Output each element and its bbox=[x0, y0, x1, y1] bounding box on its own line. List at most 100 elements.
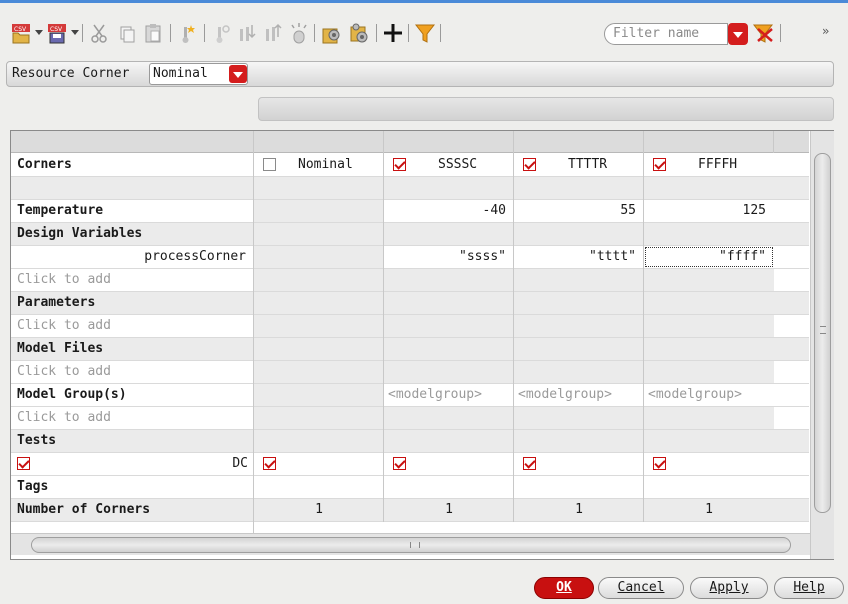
filter-icon[interactable] bbox=[414, 21, 436, 45]
help-button[interactable]: Help bbox=[774, 577, 844, 599]
table-cell bbox=[644, 269, 774, 291]
table-cell bbox=[254, 384, 384, 406]
table-row-add-model-group: Click to add bbox=[11, 407, 809, 430]
click-to-add[interactable]: Click to add bbox=[11, 361, 254, 383]
row-label: processCorner bbox=[144, 249, 246, 264]
toolbar-separator bbox=[440, 24, 441, 42]
table-row-parameters: Parameters bbox=[11, 292, 809, 315]
settings-icon[interactable] bbox=[320, 21, 342, 45]
svg-text:CSV: CSV bbox=[14, 26, 27, 33]
table-row-add-model-file: Click to add bbox=[11, 361, 809, 384]
cut-icon[interactable] bbox=[88, 21, 110, 45]
table-header bbox=[11, 131, 809, 153]
cancel-button[interactable]: Cancel bbox=[598, 577, 684, 599]
model-group-cell[interactable]: <modelgroup> bbox=[384, 384, 514, 406]
load-csv-icon[interactable]: CSV bbox=[10, 21, 32, 45]
corner-column-nominal[interactable]: Nominal bbox=[254, 153, 384, 177]
table-row-model-groups: Model Group(s) <modelgroup> <modelgroup>… bbox=[11, 384, 809, 407]
table-row-corners: Corners Nominal SSSSC TTTTR FFFFH bbox=[11, 153, 809, 177]
toolbar-separator bbox=[82, 24, 83, 42]
table-row-spacer bbox=[11, 177, 809, 200]
table-cell[interactable]: "ssss" bbox=[384, 246, 514, 268]
test-dc[interactable]: DC bbox=[11, 453, 254, 475]
table-row-model-files: Model Files bbox=[11, 338, 809, 361]
window-top-border bbox=[0, 0, 848, 3]
chevron-down-icon[interactable] bbox=[35, 30, 43, 35]
table-row-temperature: Temperature -40 55 125 bbox=[11, 200, 809, 223]
click-to-add[interactable]: Click to add bbox=[11, 407, 254, 429]
table-cell bbox=[514, 453, 644, 475]
add-icon[interactable] bbox=[382, 21, 404, 45]
horizontal-scrollbar[interactable] bbox=[11, 533, 810, 555]
row-label: Model Group(s) bbox=[17, 387, 127, 402]
table-cell bbox=[644, 315, 774, 337]
table-cell[interactable] bbox=[254, 246, 384, 268]
row-label: Tags bbox=[17, 479, 49, 494]
paste-icon[interactable] bbox=[142, 21, 164, 45]
column-divider bbox=[513, 131, 514, 522]
test-corner-checkbox[interactable] bbox=[263, 457, 276, 470]
model-group-cell[interactable]: <modelgroup> bbox=[514, 384, 644, 406]
corner-enable-checkbox[interactable] bbox=[393, 158, 406, 171]
corner-enable-checkbox[interactable] bbox=[263, 158, 276, 171]
test-corner-checkbox[interactable] bbox=[393, 457, 406, 470]
sweep-icon[interactable] bbox=[288, 21, 310, 45]
table-cell[interactable]: 125 bbox=[644, 200, 774, 222]
settings-2-icon[interactable] bbox=[348, 21, 370, 45]
ok-button[interactable]: OK bbox=[534, 577, 594, 599]
save-csv-icon[interactable]: CSV bbox=[46, 21, 68, 45]
test-corner-checkbox[interactable] bbox=[653, 457, 666, 470]
table-cell[interactable] bbox=[254, 200, 384, 222]
test-corner-checkbox[interactable] bbox=[523, 457, 536, 470]
filter-input[interactable]: Filter name bbox=[604, 23, 728, 45]
click-to-add[interactable]: Click to add bbox=[11, 269, 254, 291]
clear-filter-icon[interactable] bbox=[752, 21, 774, 45]
click-to-add[interactable]: Click to add bbox=[11, 315, 254, 337]
table-cell bbox=[514, 269, 644, 291]
row-label: Model Files bbox=[17, 341, 104, 356]
table-cell[interactable]: "tttt" bbox=[514, 246, 644, 268]
copy-icon[interactable] bbox=[116, 21, 138, 45]
corner-enable-checkbox[interactable] bbox=[653, 158, 666, 171]
table-cell[interactable]: -40 bbox=[384, 200, 514, 222]
table-cell bbox=[514, 315, 644, 337]
corner-enable-checkbox[interactable] bbox=[523, 158, 536, 171]
filter-spacer bbox=[598, 18, 599, 19]
resource-corner-select[interactable]: Nominal bbox=[149, 63, 248, 85]
import-icon[interactable] bbox=[236, 21, 258, 45]
table-cell[interactable]: 55 bbox=[514, 200, 644, 222]
test-enable-checkbox[interactable] bbox=[17, 457, 30, 470]
export-icon[interactable] bbox=[262, 21, 284, 45]
toolbar-separator bbox=[314, 24, 315, 42]
chevron-down-icon[interactable] bbox=[71, 30, 79, 35]
corner-column-ttttr[interactable]: TTTTR bbox=[514, 153, 644, 177]
table-row-add-variable: Click to add bbox=[11, 269, 809, 292]
column-divider bbox=[253, 131, 254, 533]
column-divider bbox=[643, 131, 644, 522]
resource-corner-value: Nominal bbox=[153, 66, 208, 81]
table-cell bbox=[254, 315, 384, 337]
grip-icon bbox=[410, 542, 420, 548]
vertical-scrollbar-thumb[interactable] bbox=[814, 153, 831, 513]
corner-column-ssssc[interactable]: SSSSC bbox=[384, 153, 514, 177]
add-variable-icon[interactable] bbox=[210, 21, 232, 45]
model-group-cell[interactable]: <modelgroup> bbox=[644, 384, 774, 406]
table-row-dc: DC bbox=[11, 453, 809, 476]
table-cell bbox=[384, 269, 514, 291]
add-corner-icon[interactable] bbox=[176, 21, 198, 45]
toolbar-separator bbox=[408, 24, 409, 42]
horizontal-scrollbar-thumb[interactable] bbox=[31, 537, 791, 553]
table-row-number-of-corners: Number of Corners 1 1 1 1 bbox=[11, 499, 809, 522]
apply-button[interactable]: Apply bbox=[690, 577, 768, 599]
chevron-down-icon[interactable] bbox=[229, 65, 247, 83]
table-cell-focused[interactable]: "ffff" bbox=[644, 246, 774, 268]
corner-name: Nominal bbox=[298, 157, 353, 172]
toolbar-overflow-button[interactable]: » bbox=[822, 24, 829, 38]
vertical-scrollbar[interactable] bbox=[810, 131, 834, 559]
table-cell bbox=[254, 407, 384, 429]
table-row-tags: Tags bbox=[11, 476, 809, 499]
table-cell bbox=[644, 453, 774, 475]
filter-dropdown-button[interactable] bbox=[728, 23, 748, 45]
row-label: Number of Corners bbox=[17, 502, 151, 517]
corner-column-ffffh[interactable]: FFFFH bbox=[644, 153, 774, 177]
